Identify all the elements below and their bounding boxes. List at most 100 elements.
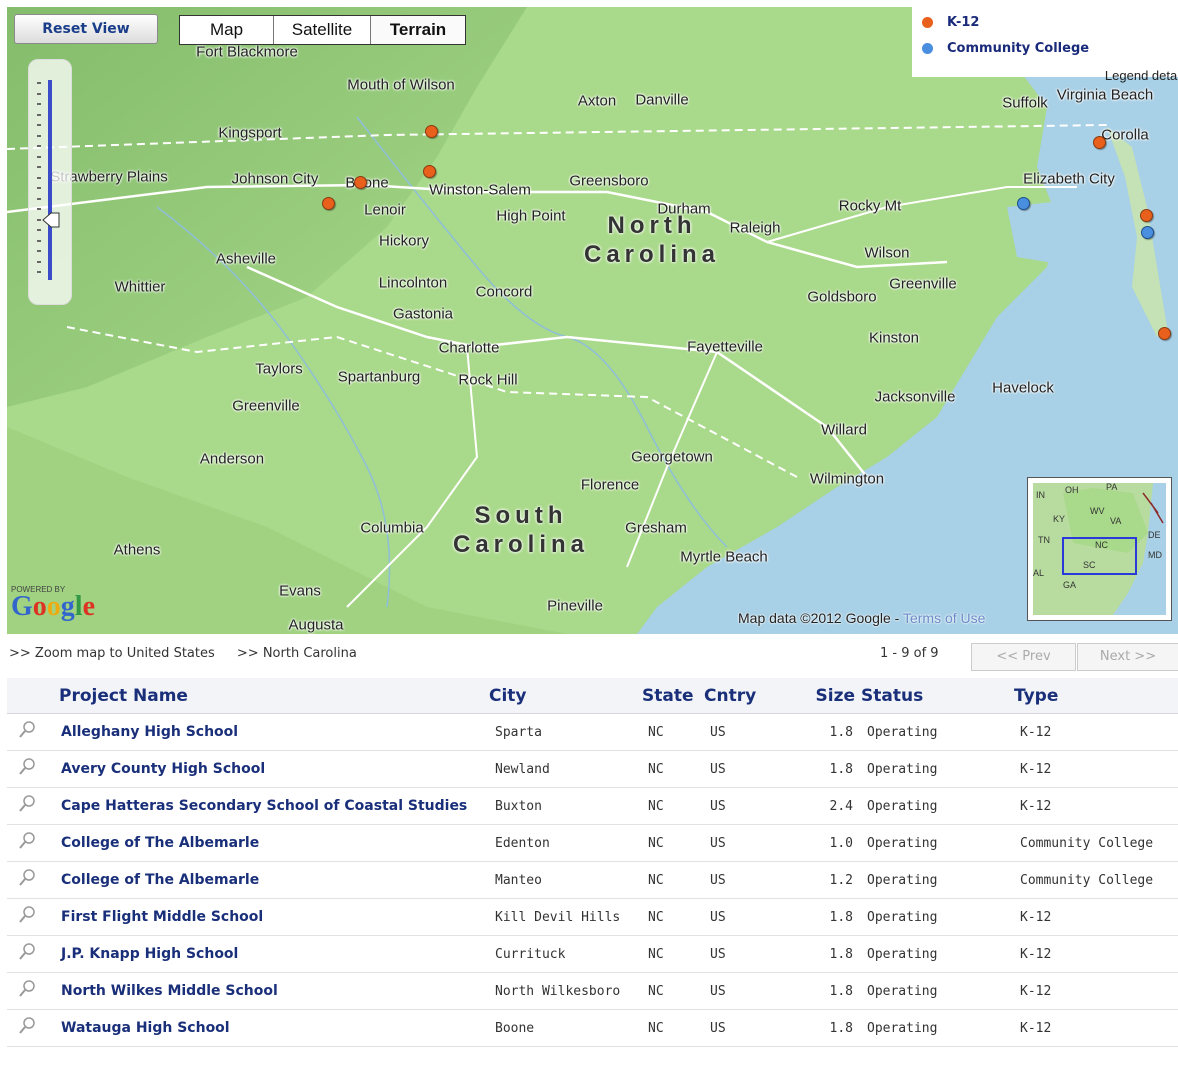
zoom-tick xyxy=(37,250,41,252)
column-header-project-name[interactable]: Project Name xyxy=(59,678,489,714)
project-name-link[interactable]: Alleghany High School xyxy=(59,713,489,751)
state-cell: NC xyxy=(642,861,704,899)
community-college-marker[interactable] xyxy=(1017,197,1030,210)
state-label-line: Carolina xyxy=(583,241,721,268)
zoom-to-cell[interactable] xyxy=(7,713,59,751)
type-cell: K-12 xyxy=(1014,935,1178,973)
project-name-link[interactable]: Watauga High School xyxy=(59,1009,489,1047)
magnifier-icon[interactable] xyxy=(17,831,37,851)
zoom-to-cell[interactable] xyxy=(7,750,59,788)
status-cell: Operating xyxy=(861,787,1014,825)
size-cell: 2.4 xyxy=(784,787,861,825)
table-row[interactable]: College of The Albemarle Manteo NC US 1.2 Ope… xyxy=(7,861,1178,899)
status-cell: Operating xyxy=(861,935,1014,973)
map-type-terrain-button[interactable]: Terrain xyxy=(371,16,465,44)
state-cell: NC xyxy=(642,898,704,936)
community-college-marker[interactable] xyxy=(1141,226,1154,239)
k12-marker[interactable] xyxy=(1158,327,1171,340)
k12-marker[interactable] xyxy=(1140,209,1153,222)
project-name-link[interactable]: J.P. Knapp High School xyxy=(59,935,489,973)
k12-marker[interactable] xyxy=(425,125,438,138)
legend-label: Community College xyxy=(947,41,1090,56)
project-name-link[interactable]: Cape Hatteras Secondary School of Coasta… xyxy=(59,787,489,825)
zoom-to-cell[interactable] xyxy=(7,972,59,1010)
status-cell: Operating xyxy=(861,1009,1014,1047)
map-type-map-button[interactable]: Map xyxy=(180,16,274,44)
map-type-satellite-button[interactable]: Satellite xyxy=(274,16,371,44)
zoom-tick xyxy=(37,176,41,179)
magnifier-icon[interactable] xyxy=(17,979,37,999)
overview-state-label: KY xyxy=(1053,514,1066,524)
map-canvas[interactable]: Fort Blackmore Mouth of Wilson Axton Danvil… xyxy=(7,7,1178,634)
projects-table: Project Name City State Cntry Size Statu… xyxy=(7,678,1178,1047)
size-cell: 1.8 xyxy=(784,713,861,751)
zoom-slider[interactable] xyxy=(28,59,72,305)
size-cell: 1.8 xyxy=(784,935,861,973)
column-header-country[interactable]: Cntry xyxy=(704,678,784,714)
zoom-to-cell[interactable] xyxy=(7,898,59,936)
zoom-to-cell[interactable] xyxy=(7,824,59,862)
project-name-link[interactable]: College of The Albemarle xyxy=(59,861,489,899)
google-logo[interactable]: POWERED BY Google xyxy=(11,585,95,621)
state-label-line: Carolina xyxy=(452,531,590,558)
map-type-selector[interactable]: Map Satellite Terrain xyxy=(179,15,466,45)
magnifier-icon[interactable] xyxy=(17,942,37,962)
table-row[interactable]: Cape Hatteras Secondary School of Coasta… xyxy=(7,787,1178,825)
zoom-to-cell[interactable] xyxy=(7,935,59,973)
table-row[interactable]: College of The Albemarle Edenton NC US 1.0 Op… xyxy=(7,824,1178,862)
table-row[interactable]: J.P. Knapp High School Currituck NC US 1.8 Op… xyxy=(7,935,1178,973)
type-cell: K-12 xyxy=(1014,750,1178,788)
column-header-type[interactable]: Type xyxy=(1014,678,1178,714)
k12-marker[interactable] xyxy=(354,176,367,189)
country-cell: US xyxy=(704,861,784,899)
legend-detail-link[interactable]: Legend detail xyxy=(1105,68,1178,83)
zoom-tick xyxy=(37,155,41,158)
prev-page-button[interactable]: << Prev xyxy=(971,643,1076,671)
project-name-link[interactable]: College of The Albemarle xyxy=(59,824,489,862)
column-header-size[interactable]: Size xyxy=(784,678,861,714)
zoom-tick xyxy=(37,92,41,95)
table-row[interactable]: Avery County High School Newland NC US 1.8 Op… xyxy=(7,750,1178,788)
place-label: Jacksonville xyxy=(874,388,956,406)
place-label: Asheville xyxy=(215,250,277,268)
table-row[interactable]: North Wilkes Middle School North Wilkesbo… xyxy=(7,972,1178,1010)
table-row[interactable]: First Flight Middle School Kill Devil Hil… xyxy=(7,898,1178,936)
place-label: Whittier xyxy=(114,278,166,296)
zoom-tick xyxy=(37,113,41,116)
magnifier-icon[interactable] xyxy=(17,794,37,814)
place-label: Elizabeth City xyxy=(1023,170,1115,188)
column-header-status[interactable]: Status xyxy=(861,678,1014,714)
magnifier-icon[interactable] xyxy=(17,757,37,777)
k12-marker[interactable] xyxy=(1093,136,1106,149)
zoom-handle[interactable] xyxy=(41,212,61,228)
k12-marker[interactable] xyxy=(322,197,335,210)
next-page-button[interactable]: Next >> xyxy=(1077,643,1178,671)
city-cell: Currituck xyxy=(489,935,642,973)
magnifier-icon[interactable] xyxy=(17,1016,37,1036)
place-label: Greenville xyxy=(232,397,300,415)
place-label: Pineville xyxy=(547,597,603,615)
zoom-to-nc-link[interactable]: >> North Carolina xyxy=(237,646,357,661)
table-row[interactable]: Alleghany High School Sparta NC US 1.8 Operat… xyxy=(7,713,1178,751)
magnifier-icon[interactable] xyxy=(17,868,37,888)
column-header-city[interactable]: City xyxy=(489,678,642,714)
project-name-link[interactable]: North Wilkes Middle School xyxy=(59,972,489,1010)
project-name-link[interactable]: Avery County High School xyxy=(59,750,489,788)
zoom-track[interactable] xyxy=(48,80,52,280)
k12-marker[interactable] xyxy=(423,165,436,178)
project-name-link[interactable]: First Flight Middle School xyxy=(59,898,489,936)
magnifier-icon[interactable] xyxy=(17,720,37,740)
overview-map[interactable]: IN OH PA WV KY VA TN NC DE SC AL GA MD xyxy=(1027,477,1172,621)
terms-of-use-link[interactable]: Terms of Use xyxy=(903,610,985,626)
zoom-to-cell[interactable] xyxy=(7,787,59,825)
zoom-to-us-link[interactable]: >> Zoom map to United States xyxy=(9,646,215,661)
place-label: Rocky Mt xyxy=(838,197,902,215)
place-label: Augusta xyxy=(288,616,344,634)
zoom-to-cell[interactable] xyxy=(7,861,59,899)
table-row[interactable]: Watauga High School Boone NC US 1.8 Operating… xyxy=(7,1009,1178,1047)
reset-view-button[interactable]: Reset View xyxy=(14,14,158,44)
state-cell: NC xyxy=(642,750,704,788)
magnifier-icon[interactable] xyxy=(17,905,37,925)
column-header-state[interactable]: State xyxy=(642,678,704,714)
zoom-to-cell[interactable] xyxy=(7,1009,59,1047)
